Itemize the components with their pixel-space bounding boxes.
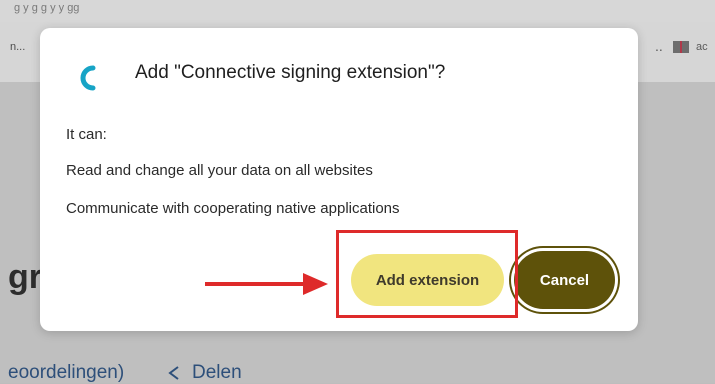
browser-top-text: g y g g y y gg [14,2,80,14]
bookmark-left-item[interactable]: n... [10,41,25,53]
page-heading: gr [8,258,42,296]
permission-item: Read and change all your data on all web… [66,162,373,179]
add-extension-button[interactable]: Add extension [351,254,504,306]
cancel-button[interactable]: Cancel [514,251,615,309]
connective-logo-icon [80,65,96,91]
permissions-heading: It can: [66,126,107,143]
reviews-link[interactable]: eoordelingen) [8,362,124,384]
dialog-title: Add "Connective signing extension"? [135,62,446,83]
permission-item: Communicate with cooperating native appl… [66,200,400,217]
share-link[interactable]: Delen [192,362,242,384]
bookmark-overflow[interactable]: .. [655,38,663,54]
book-icon [673,41,689,53]
bookmark-right-item[interactable]: ac [696,41,708,53]
share-icon[interactable] [165,364,183,382]
browser-top-bar: g y g g y y gg [0,0,715,22]
